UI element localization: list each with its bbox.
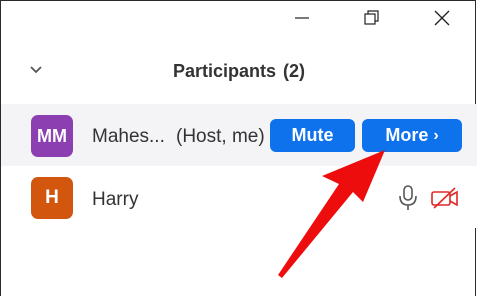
microphone-icon[interactable] (397, 184, 419, 212)
avatar: H (31, 177, 73, 219)
participant-count: (2) (283, 61, 306, 81)
panel-title: Participants (2) (1, 61, 475, 82)
participant-row-harry[interactable]: H Harry (1, 166, 477, 228)
participant-name: Harry (92, 189, 139, 210)
participants-header: Participants (2) (1, 53, 475, 89)
participant-role: (Host, me) (176, 126, 265, 147)
minimize-icon (295, 17, 309, 19)
restore-button[interactable] (349, 1, 395, 35)
avatar-initials: H (45, 187, 59, 208)
panel-title-text: Participants (172, 61, 277, 81)
close-icon (434, 10, 450, 26)
video-off-icon[interactable] (430, 186, 460, 210)
mute-button[interactable]: Mute (270, 119, 355, 152)
participant-row-host[interactable]: MM Mahes... (Host, me) Mute More › (1, 104, 477, 166)
avatar-initials: MM (37, 125, 67, 146)
title-bar (1, 1, 475, 35)
close-button[interactable] (419, 1, 465, 35)
more-button-label: More (385, 125, 429, 145)
more-button[interactable]: More › (362, 119, 462, 152)
chevron-right-icon: › (433, 126, 439, 144)
avatar: MM (31, 115, 73, 157)
restore-icon (364, 10, 379, 25)
participants-window: Participants (2) MM Mahes... (Host, me) … (0, 0, 477, 296)
minimize-button[interactable] (279, 1, 325, 35)
participant-name: Mahes... (92, 126, 165, 147)
mute-button-label: Mute (291, 125, 334, 145)
